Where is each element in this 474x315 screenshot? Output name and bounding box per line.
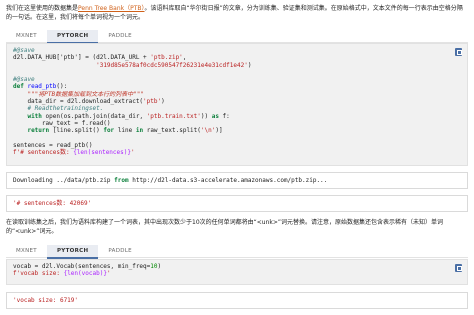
copy-icon[interactable]: [455, 48, 462, 56]
tab-pytorch[interactable]: PYTORCH: [46, 30, 99, 44]
code-text: d2l.DATA_HUB['ptb'] = (d2l.DATA_URL +: [13, 54, 151, 62]
intro-text-pre: 我们在这里使用的数据集是: [6, 5, 79, 12]
output-string: '# sentences数: 42069': [13, 200, 92, 207]
code-keyword: return: [27, 127, 50, 135]
code-string: 'ptb.train.txt': [146, 112, 201, 120]
framework-tabs: MXNET PYTORCH PADDLE: [6, 30, 468, 44]
framework-tabs-2: MXNET PYTORCH PADDLE: [6, 245, 468, 259]
code-block-read-ptb[interactable]: #@save d2l.DATA_HUB['ptb'] = (d2l.DATA_U…: [6, 43, 468, 166]
code-comment: #@save: [13, 76, 35, 84]
output-download: Downloading ../data/ptb.zip from http://…: [6, 172, 468, 189]
code-docstring: """将PTB数据集加载到文本行的列表中""": [13, 90, 144, 98]
code-text: )): [200, 112, 212, 120]
tab-mxnet[interactable]: MXNET: [6, 245, 47, 257]
code-string: '319d85e578af0cdc590547f26231e4e31cdf1e4…: [96, 61, 248, 69]
code-string: 'ptb.zip': [150, 54, 183, 62]
code-keyword: def: [13, 83, 24, 91]
code-text: )]: [215, 127, 223, 135]
code-interpolation: {len(vocab)}: [63, 270, 107, 278]
vocab-paragraph: 在读取训练集之后，我们为语料库构建了一个词表，其中出现次数少于10次的任何单词都…: [6, 219, 443, 235]
code-text: sentences = read_ptb(): [13, 141, 93, 149]
output-text: http://d2l-data.s3-accelerate.amazonaws.…: [128, 177, 328, 184]
code-text: raw_text.split(: [143, 127, 201, 135]
output-keyword: from: [114, 177, 129, 184]
code-text: ): [157, 263, 162, 270]
code-string: ': [130, 149, 135, 157]
output-sentences: '# sentences数: 42069': [6, 195, 468, 212]
ptb-link[interactable]: Penn Tree Bank（PTB）: [78, 5, 145, 12]
code-text: ): [161, 98, 165, 106]
code-interpolation: {len(sentences)}: [73, 149, 131, 157]
code-string: f'# sentences数:: [13, 149, 74, 157]
tab-pytorch[interactable]: PYTORCH: [46, 245, 99, 259]
code-string: f'vocab size:: [13, 270, 64, 278]
tab-paddle[interactable]: PADDLE: [98, 30, 142, 42]
code-keyword: as: [211, 112, 219, 120]
code-keyword: for: [103, 127, 115, 135]
code-text: data_dir = d2l.download_extract(: [13, 98, 144, 106]
code-text: vocab = d2l.Vocab(sentences, min_freq=: [13, 263, 151, 270]
code-number: 10: [150, 263, 158, 270]
code-keyword: in: [135, 127, 144, 135]
code-text: open(os.path.join(data_dir,: [41, 112, 147, 120]
code-string: ': [106, 270, 111, 278]
code-text: line: [114, 127, 136, 135]
copy-icon[interactable]: [455, 264, 462, 272]
output-text: Downloading ../data/ptb.zip: [13, 177, 115, 184]
tab-paddle[interactable]: PADDLE: [98, 245, 142, 257]
code-keyword: with: [27, 112, 42, 120]
tab-mxnet[interactable]: MXNET: [6, 30, 47, 42]
code-text: ,: [182, 54, 187, 62]
output-vocab-size: 'vocab size: 6719': [6, 292, 468, 309]
code-text: ): [247, 61, 252, 69]
code-text: raw_text = f.read(): [13, 119, 111, 127]
code-text: f:: [218, 112, 230, 120]
code-text: [line.split(): [49, 127, 104, 135]
code-comment: #@save: [13, 47, 35, 54]
code-string: 'ptb': [143, 98, 162, 106]
code-block-vocab[interactable]: vocab = d2l.Vocab(sentences, min_freq=10…: [6, 259, 468, 285]
code-text: ():: [56, 83, 68, 91]
code-string: '\n': [200, 127, 216, 135]
intro-paragraph: 我们在这里使用的数据集是Penn Tree Bank（PTB）。该语料库取自“华…: [6, 4, 468, 22]
output-string: 'vocab size: 6719': [13, 297, 79, 304]
code-function-name: read_ptb: [27, 83, 57, 91]
code-comment: # Readthetrainingset.: [13, 105, 104, 113]
